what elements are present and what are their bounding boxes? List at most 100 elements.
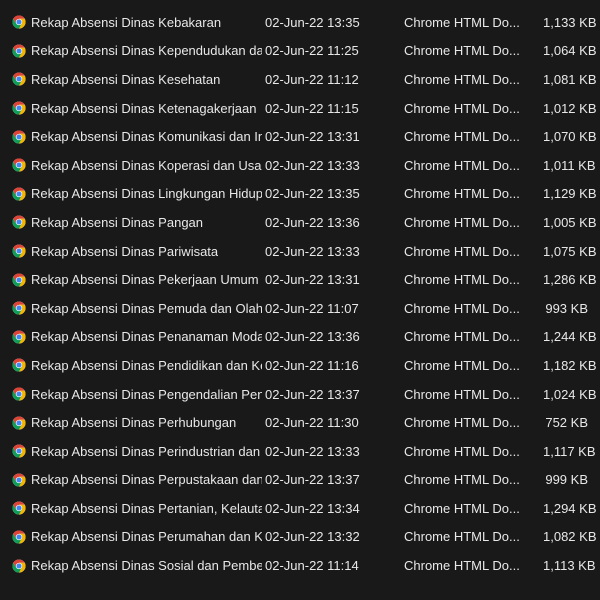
file-name-cell[interactable]: Rekap Absensi Dinas Pertanian, Kelautan …	[0, 501, 262, 516]
file-type: Chrome HTML Do...	[404, 214, 520, 230]
file-name-cell[interactable]: Rekap Absensi Dinas Pengendalian Pend...	[0, 387, 262, 402]
file-type: Chrome HTML Do...	[404, 100, 520, 116]
file-name-cell[interactable]: Rekap Absensi Dinas Perpustakaan dan K..…	[0, 472, 262, 487]
file-name: Rekap Absensi Dinas Komunikasi dan Inf..…	[31, 129, 262, 145]
file-row[interactable]: Rekap Absensi Dinas Ketenagakerjaan 02-J…	[0, 94, 600, 123]
file-type: Chrome HTML Do...	[404, 472, 520, 488]
file-date-modified: 02-Jun-22 13:35	[265, 186, 360, 202]
file-row[interactable]: Rekap Absensi Dinas Perhubungan 02-Jun-2…	[0, 408, 600, 437]
file-name: Rekap Absensi Dinas Pekerjaan Umum d...	[31, 272, 262, 288]
file-date-modified: 02-Jun-22 11:30	[265, 415, 359, 431]
file-row[interactable]: Rekap Absensi Dinas Koperasi dan Usaha .…	[0, 151, 600, 180]
file-size: 993 KB	[545, 300, 588, 316]
file-row[interactable]: Rekap Absensi Dinas Pariwisata 02-Jun-22…	[0, 237, 600, 266]
file-type: Chrome HTML Do...	[404, 272, 520, 288]
file-name-cell[interactable]: Rekap Absensi Dinas Perindustrian dan P.…	[0, 444, 262, 459]
file-date-modified: 02-Jun-22 11:12	[265, 71, 359, 87]
chrome-icon	[12, 273, 26, 287]
chrome-icon	[12, 501, 26, 515]
file-row[interactable]: Rekap Absensi Dinas Penanaman Modal ... …	[0, 323, 600, 352]
file-date-modified: 02-Jun-22 13:33	[265, 443, 360, 459]
file-size: 1,294 KB	[543, 500, 597, 516]
file-type: Chrome HTML Do...	[404, 14, 520, 30]
file-name-cell[interactable]: Rekap Absensi Dinas Komunikasi dan Inf..…	[0, 129, 262, 144]
chrome-icon	[12, 530, 26, 544]
file-name: Rekap Absensi Dinas Pangan	[31, 214, 204, 230]
file-type: Chrome HTML Do...	[404, 186, 520, 202]
file-row[interactable]: Rekap Absensi Dinas Kesehatan 02-Jun-22 …	[0, 65, 600, 94]
file-name-cell[interactable]: Rekap Absensi Dinas Kesehatan	[0, 72, 262, 87]
file-row[interactable]: Rekap Absensi Dinas Pekerjaan Umum d... …	[0, 265, 600, 294]
file-date-modified: 02-Jun-22 13:37	[265, 386, 360, 402]
file-row[interactable]: Rekap Absensi Dinas Kependudukan dan ...…	[0, 37, 600, 66]
file-row[interactable]: Rekap Absensi Dinas Pangan 02-Jun-22 13:…	[0, 208, 600, 237]
file-row[interactable]: Rekap Absensi Dinas Kebakaran 02-Jun-22 …	[0, 8, 600, 37]
file-size: 1,244 KB	[543, 329, 597, 345]
file-name-cell[interactable]: Rekap Absensi Dinas Perhubungan	[0, 415, 262, 430]
file-row[interactable]: Rekap Absensi Dinas Pemuda dan Olahra...…	[0, 294, 600, 323]
file-name-cell[interactable]: Rekap Absensi Dinas Koperasi dan Usaha .…	[0, 158, 262, 173]
file-name-cell[interactable]: Rekap Absensi Dinas Pendidikan dan Keb..…	[0, 358, 262, 373]
file-name: Rekap Absensi Dinas Kebakaran	[31, 14, 222, 30]
file-type: Chrome HTML Do...	[404, 129, 520, 145]
file-name-cell[interactable]: Rekap Absensi Dinas Penanaman Modal ...	[0, 329, 262, 344]
file-date-modified: 02-Jun-22 11:16	[265, 357, 359, 373]
file-size: 1,286 KB	[543, 272, 597, 288]
file-name: Rekap Absensi Dinas Lingkungan Hidup	[31, 186, 262, 202]
file-type: Chrome HTML Do...	[404, 300, 520, 316]
file-name: Rekap Absensi Dinas Sosial dan Pemberd..…	[31, 558, 262, 574]
file-name-cell[interactable]: Rekap Absensi Dinas Pariwisata	[0, 244, 262, 259]
file-name-cell[interactable]: Rekap Absensi Dinas Pemuda dan Olahra...	[0, 301, 262, 316]
chrome-icon	[12, 473, 26, 487]
chrome-icon	[12, 244, 26, 258]
file-size: 1,075 KB	[543, 243, 597, 259]
chrome-icon	[12, 187, 26, 201]
file-type: Chrome HTML Do...	[404, 386, 520, 402]
file-date-modified: 02-Jun-22 11:14	[265, 558, 359, 574]
file-size: 1,117 KB	[543, 443, 596, 459]
file-date-modified: 02-Jun-22 13:31	[265, 129, 360, 145]
chrome-icon	[12, 15, 26, 29]
file-name-cell[interactable]: Rekap Absensi Dinas Kependudukan dan ...	[0, 43, 262, 58]
file-row[interactable]: Rekap Absensi Dinas Pendidikan dan Keb..…	[0, 351, 600, 380]
chrome-icon	[12, 416, 26, 430]
chrome-icon	[12, 72, 26, 87]
file-name-cell[interactable]: Rekap Absensi Dinas Pekerjaan Umum d...	[0, 272, 262, 287]
file-size: 999 KB	[545, 472, 588, 488]
file-date-modified: 02-Jun-22 13:34	[265, 500, 360, 516]
file-date-modified: 02-Jun-22 11:07	[265, 300, 359, 316]
chrome-icon	[12, 130, 26, 144]
file-name-cell[interactable]: Rekap Absensi Dinas Kebakaran	[0, 15, 262, 30]
file-name: Rekap Absensi Dinas Kependudukan dan ...	[31, 43, 262, 59]
file-name: Rekap Absensi Dinas Pendidikan dan Keb..…	[31, 357, 262, 373]
file-name: Rekap Absensi Dinas Pemuda dan Olahra...	[31, 300, 262, 316]
file-name-cell[interactable]: Rekap Absensi Dinas Sosial dan Pemberd..…	[0, 558, 262, 573]
file-row[interactable]: Rekap Absensi Dinas Lingkungan Hidup 02-…	[0, 180, 600, 209]
file-size: 1,064 KB	[543, 43, 597, 59]
file-row[interactable]: Rekap Absensi Dinas Komunikasi dan Inf..…	[0, 122, 600, 151]
file-date-modified: 02-Jun-22 13:32	[265, 529, 360, 545]
chrome-icon	[12, 158, 26, 172]
file-type: Chrome HTML Do...	[404, 558, 520, 574]
file-date-modified: 02-Jun-22 13:31	[265, 272, 360, 288]
file-name-cell[interactable]: Rekap Absensi Dinas Perumahan dan Ka...	[0, 529, 262, 544]
file-row[interactable]: Rekap Absensi Dinas Pengendalian Pend...…	[0, 380, 600, 409]
chrome-icon	[12, 444, 26, 458]
file-row[interactable]: Rekap Absensi Dinas Sosial dan Pemberd..…	[0, 551, 600, 580]
file-row[interactable]: Rekap Absensi Dinas Pertanian, Kelautan …	[0, 494, 600, 523]
file-type: Chrome HTML Do...	[404, 415, 520, 431]
file-size: 1,012 KB	[543, 100, 597, 116]
file-row[interactable]: Rekap Absensi Dinas Perpustakaan dan K..…	[0, 466, 600, 495]
file-type: Chrome HTML Do...	[404, 500, 520, 516]
file-name-cell[interactable]: Rekap Absensi Dinas Pangan	[0, 215, 262, 230]
file-size: 1,133 KB	[543, 14, 597, 30]
file-list: Rekap Absensi Dinas Kebakaran 02-Jun-22 …	[0, 0, 600, 600]
file-row[interactable]: Rekap Absensi Dinas Perumahan dan Ka... …	[0, 523, 600, 552]
file-name-cell[interactable]: Rekap Absensi Dinas Ketenagakerjaan	[0, 101, 262, 116]
file-name-cell[interactable]: Rekap Absensi Dinas Lingkungan Hidup	[0, 186, 262, 201]
file-name: Rekap Absensi Dinas Perindustrian dan P.…	[31, 443, 262, 459]
file-row[interactable]: Rekap Absensi Dinas Perindustrian dan P.…	[0, 437, 600, 466]
file-date-modified: 02-Jun-22 13:33	[265, 157, 360, 173]
file-size: 1,182 KB	[543, 357, 597, 373]
file-name: Rekap Absensi Dinas Perhubungan	[31, 415, 237, 431]
